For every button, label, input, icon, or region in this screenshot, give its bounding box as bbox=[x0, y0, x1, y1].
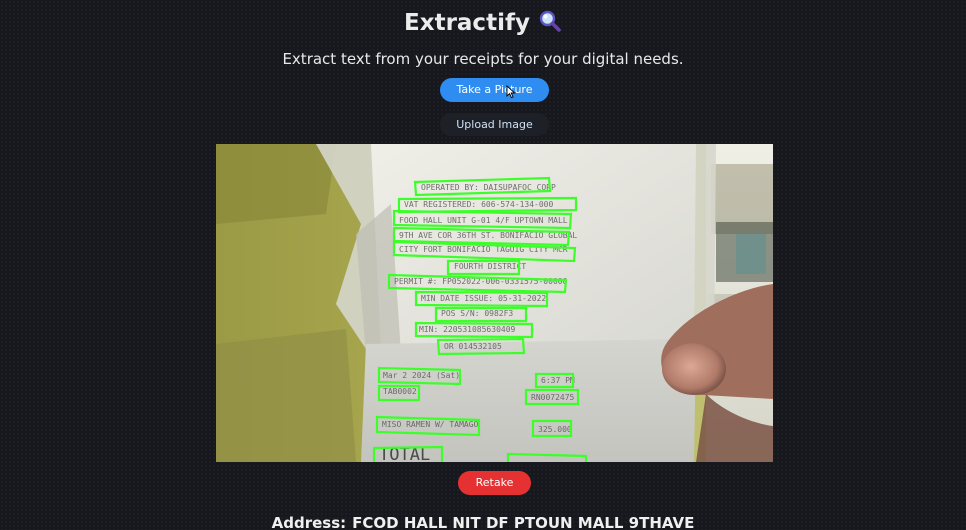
receipt-text-line: FOOD HALL UNIT G-01 4/F UPTOWN MALL bbox=[399, 216, 568, 225]
camera-preview: OPERATED BY: DAISUPAFOC CORP VAT REGISTE… bbox=[216, 144, 773, 462]
receipt-text-line: MISO RAMEN W/ TAMAGO bbox=[382, 420, 479, 429]
receipt-text-line: Mar 2 2024 (Sat) bbox=[383, 371, 460, 380]
receipt-text-line: 325.000 bbox=[538, 425, 572, 434]
mouse-cursor-icon bbox=[506, 84, 516, 103]
extractify-app: Extractify Extract text from your receip… bbox=[0, 0, 966, 530]
upload-image-button[interactable]: Upload Image bbox=[440, 113, 549, 136]
app-subtitle: Extract text from your receipts for your… bbox=[282, 50, 684, 68]
receipt-text-line: MIN DATE ISSUE: 05-31-2022 bbox=[421, 294, 546, 303]
take-picture-button[interactable]: Take a Picture bbox=[440, 78, 549, 102]
receipt-text-line: 6:37 PM bbox=[541, 376, 575, 385]
receipt-text-line: POS S/N: 0982F3 bbox=[441, 309, 513, 318]
receipt-text-line: TAB0002 bbox=[383, 387, 417, 396]
receipt-text-line: MIN: 220531085630409 bbox=[419, 325, 516, 334]
camera-feed-image: OPERATED BY: DAISUPAFOC CORP VAT REGISTE… bbox=[216, 144, 773, 462]
receipt-text-line: VAT REGISTERED: 606-574-134-000 bbox=[404, 200, 553, 209]
magnifying-glass-icon bbox=[538, 9, 562, 41]
address-value: FCOD HALL NIT DF PTOUN MALL 9THAVE bbox=[352, 514, 695, 530]
retake-button[interactable]: Retake bbox=[458, 471, 531, 495]
receipt-text-line: RN0072475 bbox=[531, 393, 575, 402]
extracted-address: Address: FCOD HALL NIT DF PTOUN MALL 9THA… bbox=[0, 512, 966, 530]
app-title: Extractify bbox=[404, 10, 530, 36]
receipt-text-line: OR 014532105 bbox=[444, 342, 502, 351]
app-header: Extractify bbox=[0, 8, 966, 41]
receipt-text-line: FOURTH DISTRICT bbox=[454, 262, 526, 271]
address-label: Address: bbox=[271, 514, 347, 530]
